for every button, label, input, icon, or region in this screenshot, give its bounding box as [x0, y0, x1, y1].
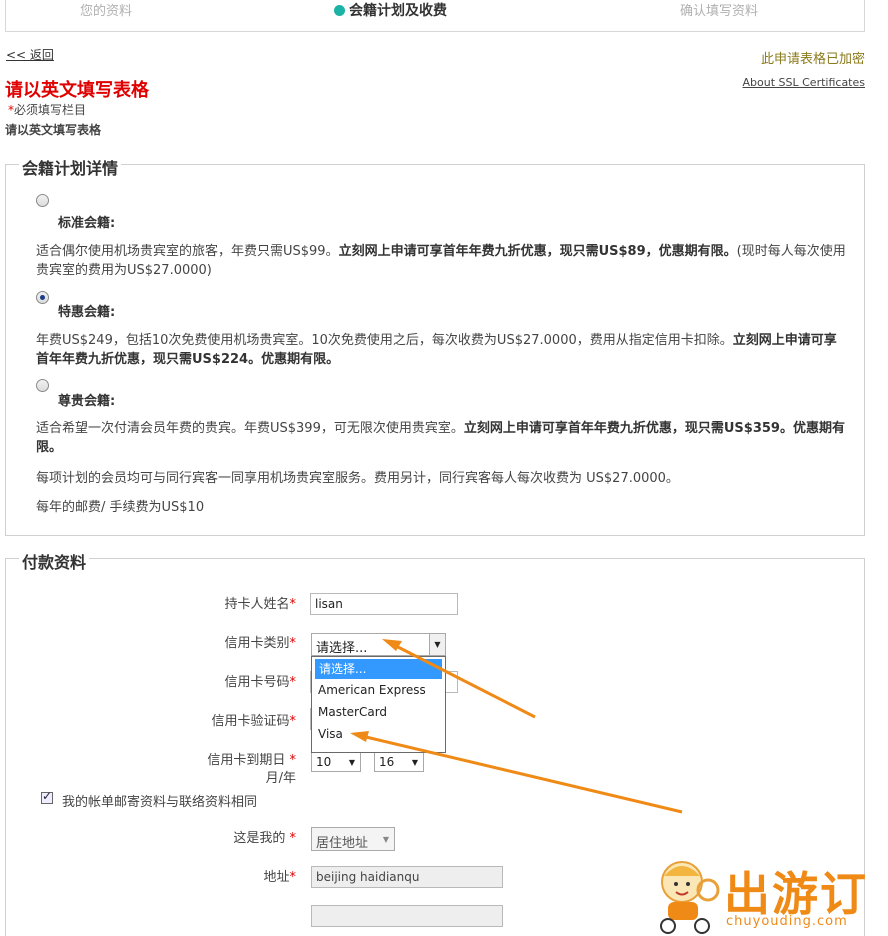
- annotation-arrows: [350, 639, 683, 814]
- annotation-arrow-visa: [365, 735, 683, 814]
- annotation-arrowhead-visa: [350, 731, 369, 742]
- logo-domain-text: chuyouding.com: [726, 914, 848, 929]
- mascot-icon: [660, 861, 720, 934]
- chuyouding-logo: 出游订 chuyouding.com: [652, 850, 888, 936]
- annotation-arrow-card-type: [395, 644, 536, 719]
